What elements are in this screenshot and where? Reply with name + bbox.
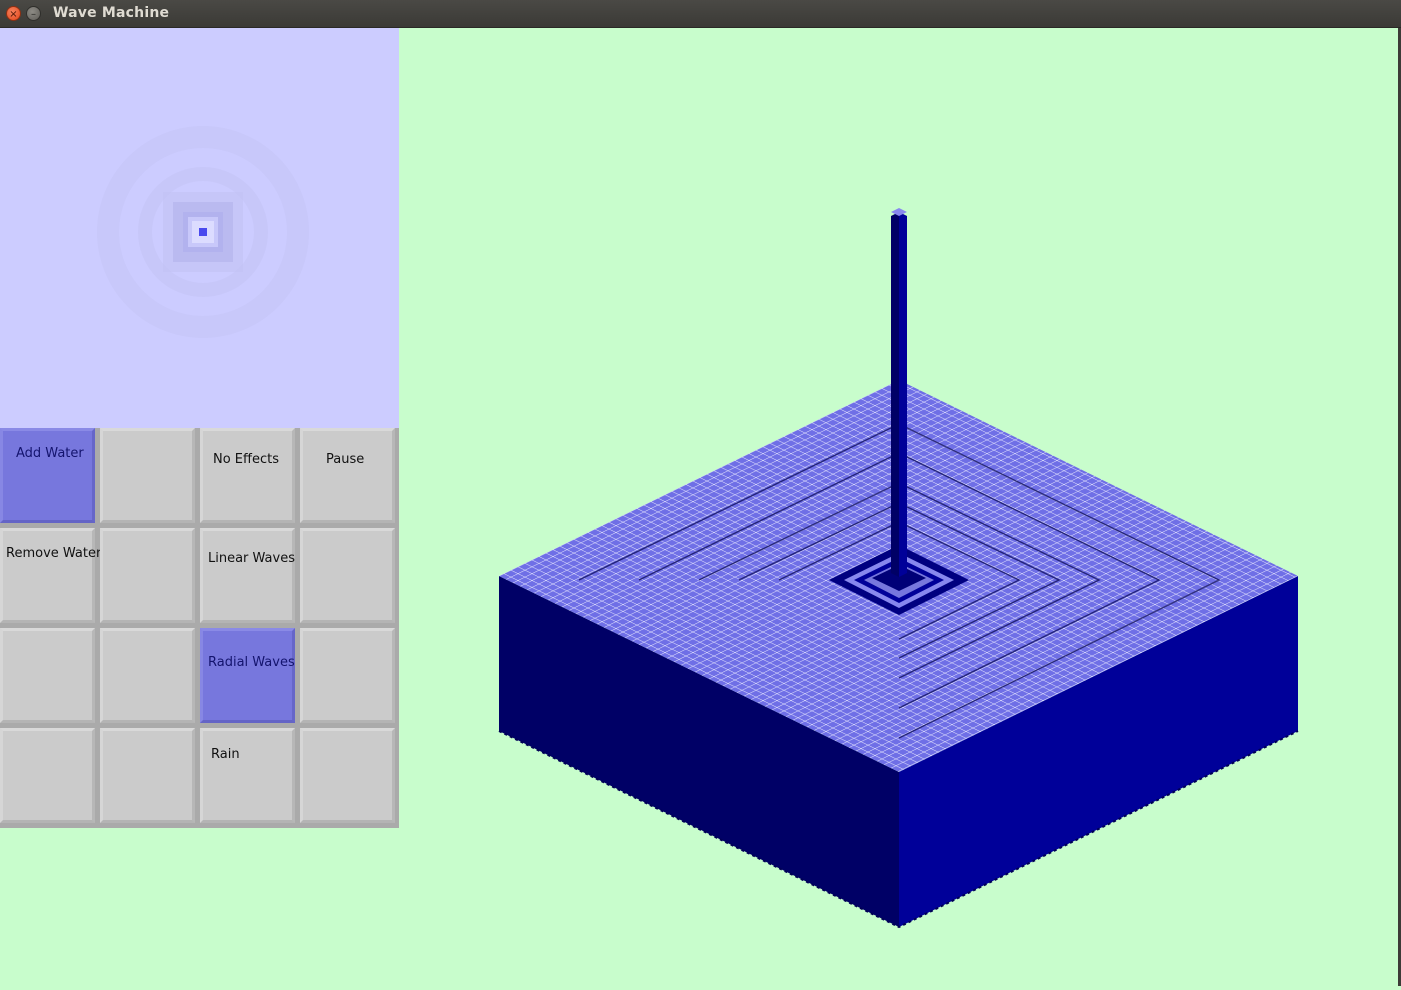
window-title: Wave Machine bbox=[53, 5, 170, 21]
tool-button-empty-slot-9[interactable] bbox=[100, 628, 195, 723]
tool-button-pause[interactable]: Pause bbox=[300, 428, 395, 523]
tool-button-empty-slot-5[interactable] bbox=[100, 528, 195, 623]
tool-button-empty-slot-12[interactable] bbox=[0, 728, 95, 823]
minimap-canvas bbox=[0, 28, 399, 428]
tool-button-label: Radial Waves bbox=[208, 655, 295, 670]
title-bar: × – Wave Machine bbox=[0, 0, 1401, 28]
minimize-icon[interactable]: – bbox=[26, 6, 41, 21]
tool-button-empty-slot-13[interactable] bbox=[100, 728, 195, 823]
tool-button-label: Remove Water bbox=[6, 546, 102, 561]
tool-button-empty-slot-15[interactable] bbox=[300, 728, 395, 823]
tool-button-label: Linear Waves bbox=[208, 551, 295, 566]
tool-button-add-water[interactable]: Add Water bbox=[0, 428, 95, 523]
tool-button-label: Rain bbox=[211, 747, 240, 762]
tool-button-radial-waves[interactable]: Radial Waves bbox=[200, 628, 295, 723]
tool-button-empty-slot-1[interactable] bbox=[100, 428, 195, 523]
water-3d-view[interactable] bbox=[399, 28, 1398, 986]
water-column bbox=[891, 208, 907, 577]
tool-button-rain[interactable]: Rain bbox=[200, 728, 295, 823]
tool-button-label: Pause bbox=[326, 452, 365, 467]
water-3d-canvas bbox=[498, 208, 1299, 929]
tool-button-linear-waves[interactable]: Linear Waves bbox=[200, 528, 295, 623]
water-minimap[interactable] bbox=[0, 28, 399, 428]
tool-button-label: Add Water bbox=[16, 446, 84, 461]
tool-button-empty-slot-8[interactable] bbox=[0, 628, 95, 723]
wave-source-marker bbox=[199, 228, 207, 236]
tool-button-no-effects[interactable]: No Effects bbox=[200, 428, 295, 523]
tool-button-empty-slot-11[interactable] bbox=[300, 628, 395, 723]
tool-button-grid: Add Water No Effects Pause Remove Water Line… bbox=[0, 428, 399, 828]
tool-button-label: No Effects bbox=[213, 452, 279, 467]
close-icon[interactable]: × bbox=[6, 6, 21, 21]
tool-button-remove-water[interactable]: Remove Water bbox=[0, 528, 101, 623]
tool-button-empty-slot-7[interactable] bbox=[300, 528, 395, 623]
